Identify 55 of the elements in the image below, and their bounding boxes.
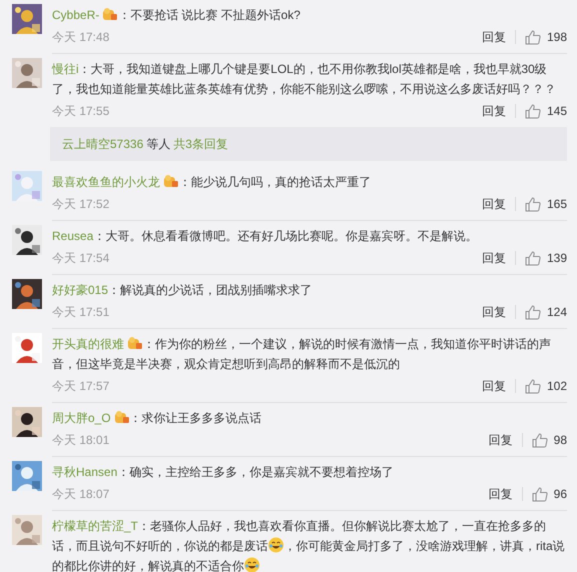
replies-link[interactable]: 共3条回复 <box>173 135 228 153</box>
username-link[interactable]: 最喜欢鱼鱼的小火龙 <box>52 175 160 189</box>
like-icon[interactable] <box>524 378 541 394</box>
timestamp: 今天 18:01 <box>52 432 110 449</box>
timestamp: 今天 17:51 <box>52 304 110 321</box>
username-link[interactable]: 开头真的很难 <box>52 337 124 351</box>
like-count: 124 <box>546 304 567 321</box>
username-link[interactable]: 柠檬草的苦涩_T <box>52 519 138 533</box>
reply-link[interactable]: 回复 <box>482 102 506 120</box>
like-count: 98 <box>554 432 567 449</box>
timestamp: 今天 18:07 <box>52 486 110 503</box>
timestamp: 今天 17:48 <box>52 29 110 46</box>
like-count: 198 <box>546 29 567 46</box>
reply-link[interactable]: 回复 <box>482 195 506 213</box>
like-icon[interactable] <box>524 196 541 212</box>
reply-link[interactable]: 回复 <box>488 431 513 449</box>
comment-text: 开头真的很难 ：作为你的粉丝，一个建议，解说的时候有激情一点，我知道你平时讲话的声音，但这毕竟是半决赛，观众肯定想听到高昂的解释而不是低沉的 <box>52 335 552 373</box>
username-link[interactable]: 好好豪015 <box>52 283 108 297</box>
comment-text: 好好豪015：解说真的少说话，团战别插嘴求求了 <box>52 282 314 299</box>
like-icon[interactable] <box>524 304 541 320</box>
laughing-emoji-icon <box>268 537 284 553</box>
like-count: 165 <box>546 196 567 213</box>
like-count: 139 <box>546 250 567 267</box>
comment-text: Reusea：大哥。休息看看微博吧。还有好几场比赛呢。你是嘉宾呀。不是解说。 <box>52 228 478 245</box>
like-icon[interactable] <box>524 250 541 266</box>
username-link[interactable]: CybbeR- <box>52 8 100 22</box>
reply-link[interactable]: 回复 <box>482 28 506 46</box>
timestamp: 今天 17:55 <box>52 103 110 120</box>
like-icon[interactable] <box>532 486 548 502</box>
username-link[interactable]: 周大胖o_O <box>52 411 111 425</box>
like-icon[interactable] <box>532 432 548 448</box>
username-link[interactable]: Reusea <box>52 229 94 243</box>
comment-text: 周大胖o_O ：求你让王多多多说点话 <box>52 409 263 427</box>
reply-summary: 等人 <box>146 136 170 153</box>
username-link[interactable]: 寻秋Hansen <box>52 465 118 479</box>
username-link[interactable]: 云上晴空57336 <box>62 135 144 153</box>
timestamp: 今天 17:52 <box>52 196 110 213</box>
comment-text: 柠檬草的苦涩_T：老骚你人品好，我也喜欢看你直播。但你解说比赛太尬了，一直在抢多多的话，而且说句不好听的，你说的都是废话 ，你可能黄金局打多了，没啥游戏理解，讲真，rita说的都比你讲的好，解说真的不适合你 <box>52 518 566 572</box>
username-link[interactable]: 慢往i <box>52 62 79 76</box>
like-icon[interactable] <box>524 104 541 118</box>
reply-link[interactable]: 回复 <box>488 485 513 503</box>
like-count: 96 <box>554 486 567 503</box>
like-count: 145 <box>546 103 567 120</box>
timestamp: 今天 17:54 <box>52 250 110 267</box>
reply-link[interactable]: 回复 <box>482 303 506 321</box>
comment-text: 寻秋Hansen：确实，主控给王多多，你是嘉宾就不要想着控场了 <box>52 464 394 481</box>
like-icon[interactable] <box>524 30 541 44</box>
timestamp: 今天 17:57 <box>52 378 110 395</box>
laughing-emoji-icon <box>244 557 260 572</box>
comment-text: 慢往i：大哥，我知道键盘上哪几个键是要LOL的，也不用你教我lol英雄都是啥，我也早就30级了，我也知道能量英雄比蓝条英雄有优势，你能不能别这么啰嗦，不用说这么多废话好吗？？？ <box>52 61 557 98</box>
reply-link[interactable]: 回复 <box>482 377 506 395</box>
reply-link[interactable]: 回复 <box>482 249 506 267</box>
comment-text: 最喜欢鱼鱼的小火龙 ：能少说几句吗，真的抢话太严重了 <box>52 173 372 191</box>
like-count: 102 <box>546 378 567 395</box>
comment-text: CybbeR- ：不要抢话 说比赛 不扯题外话ok? <box>52 6 302 24</box>
